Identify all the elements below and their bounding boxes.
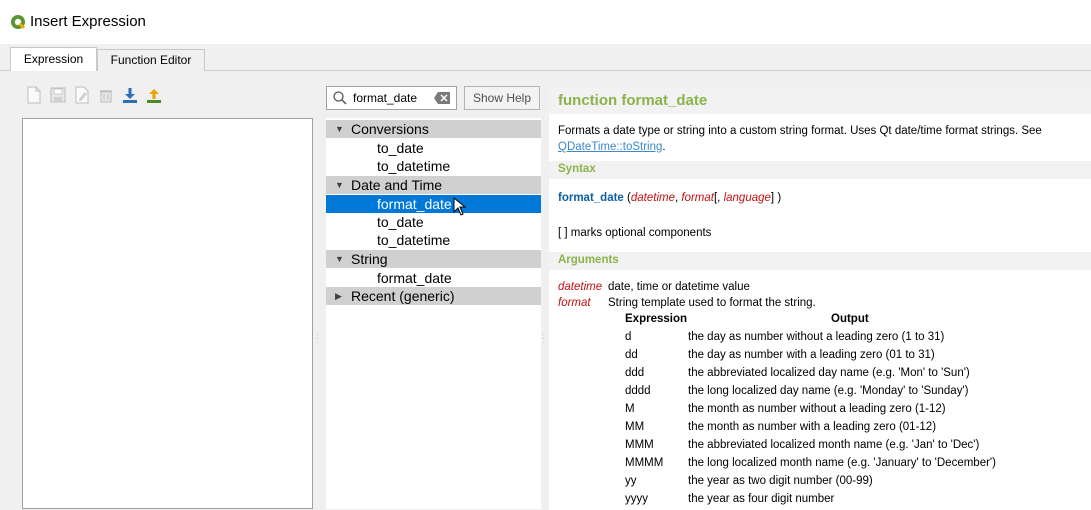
syntax-header: Syntax [549,161,1091,179]
format-table-header-output: Output [831,313,869,325]
format-table-row: MMMM the long localized month name (e.g. … [625,457,996,469]
qdatetime-link[interactable]: QDateTime::toString [558,141,662,153]
format-table-row: MMM the abbreviated localized month name … [625,439,980,451]
format-table-row: dddd the long localized day name (e.g. 'M… [625,385,969,397]
format-table-row: yyyy the year as four digit number [625,493,835,505]
format-table-row: Mthe month as number without a leading z… [625,403,946,415]
tree-item[interactable]: to_date [326,213,541,231]
delete-icon[interactable] [96,85,116,105]
import-icon[interactable] [120,85,140,105]
tree-item[interactable]: to_datetime [326,231,541,249]
window-title: Insert Expression [30,13,146,30]
syntax-line: format_date (datetime, format[, language… [558,192,782,204]
format-table-row: dd the day as number with a leading zero … [625,349,935,361]
tree-item-selected[interactable]: format_date [326,195,541,213]
format-table-header-expression: Expression [625,313,687,325]
function-tree[interactable]: ▼ Conversions to_date to_datetime ▼ Date… [326,118,541,509]
tab-function-editor[interactable]: Function Editor [97,49,205,72]
tree-item[interactable]: format_date [326,269,541,287]
save-icon[interactable] [48,85,68,105]
title-bar: Insert Expression [0,0,1091,44]
help-description: Formats a date type or string into a cus… [558,125,1042,153]
expand-arrow-icon[interactable]: ▼ [335,120,344,138]
help-panel: function format_date Formats a date type… [549,87,1091,510]
splitter-handle[interactable]: · · · [542,331,548,347]
tab-bar: Expression Function Editor [0,44,1091,72]
arguments-header: Arguments [549,252,1091,270]
expand-arrow-icon[interactable]: ▼ [335,176,344,194]
main-content: · · · format_date Show Help ▼ Conversions … [0,71,1091,510]
argument-name: format [558,297,591,309]
tree-group-date-and-time[interactable]: ▼ Date and Time [326,176,541,194]
tree-item[interactable]: to_datetime [326,157,541,175]
search-input[interactable]: format_date [326,86,457,110]
collapse-arrow-icon[interactable]: ▶ [335,287,342,305]
argument-desc: date, time or datetime value [608,281,750,293]
clear-search-icon[interactable] [434,92,450,104]
argument-name: datetime [558,281,603,293]
file-toolbar [24,85,164,107]
tab-expression[interactable]: Expression [10,47,97,72]
tree-item[interactable]: to_date [326,139,541,157]
tree-group-string[interactable]: ▼ String [326,250,541,268]
expression-list[interactable] [22,118,313,509]
mouse-cursor-icon [453,197,467,216]
format-table-row: d the day as number without a leading zer… [625,331,945,343]
format-table-row: yy the year as two digit number (00-99) [625,475,873,487]
format-table-row: ddd the abbreviated localized day name (e… [625,367,970,379]
argument-desc: String template used to format the strin… [608,297,816,309]
search-icon [333,91,347,105]
expand-arrow-icon[interactable]: ▼ [335,250,344,268]
help-title: function format_date [549,87,1091,114]
export-icon[interactable] [144,85,164,105]
format-table-row: MM the month as number with a leading zer… [625,421,937,433]
show-help-button[interactable]: Show Help [464,86,540,110]
edit-icon[interactable] [72,85,92,105]
optional-note: [ ] marks optional components [558,227,712,239]
tree-group-conversions[interactable]: ▼ Conversions [326,120,541,138]
qgis-logo-icon [11,15,26,30]
splitter-handle[interactable]: · · · [316,331,322,347]
search-value: format_date [353,91,418,105]
new-file-icon[interactable] [24,85,44,105]
tree-group-recent[interactable]: ▶ Recent (generic) [326,287,541,305]
